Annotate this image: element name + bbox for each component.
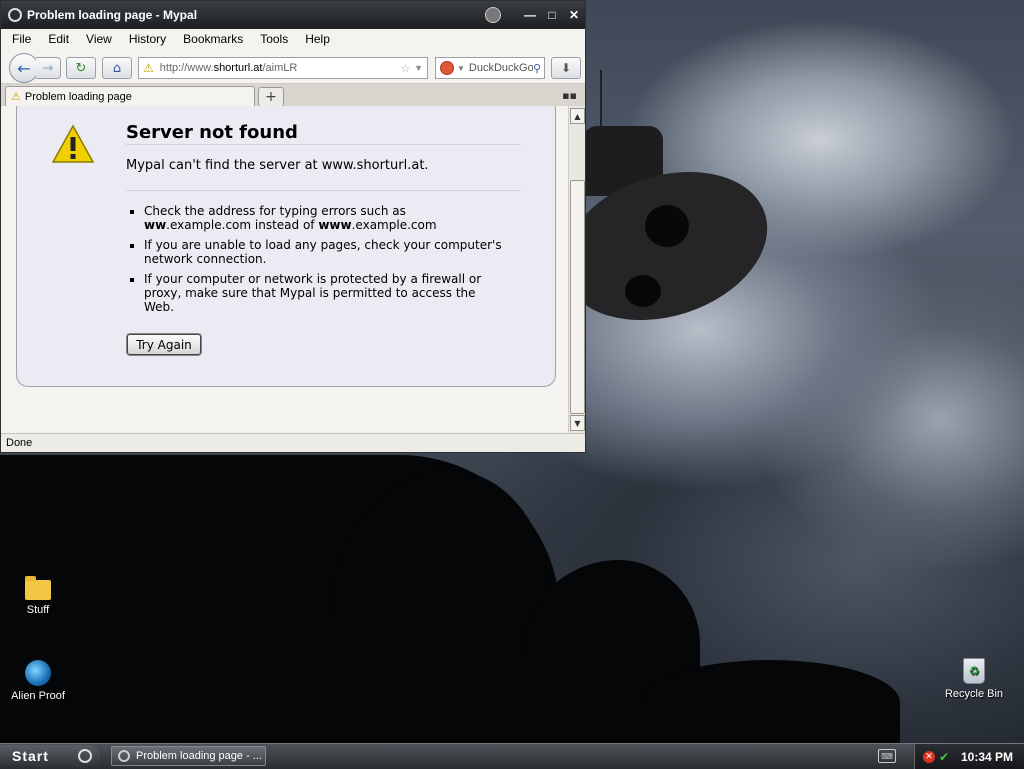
reload-icon: ↻ (75, 60, 87, 76)
engine-dropdown-icon[interactable]: ▼ (457, 64, 465, 73)
tab-problem-loading[interactable]: ⚠ Problem loading page (5, 86, 255, 106)
keyboard-icon[interactable]: ⌨ (878, 749, 896, 763)
menu-help[interactable]: Help (299, 32, 336, 46)
scroll-down-icon[interactable]: ▼ (570, 415, 585, 431)
desktop-icon-label: Alien Proof (11, 690, 65, 702)
error-suggestions: Check the address for typing errors such… (133, 204, 504, 320)
desktop-icon-recycle-bin[interactable]: ♻ Recycle Bin (939, 658, 1009, 700)
divider (126, 144, 521, 145)
start-orb-icon (78, 749, 92, 763)
suggestion-text: .example.com (351, 218, 437, 232)
start-label: Start (12, 748, 49, 764)
scroll-thumb[interactable] (570, 180, 585, 414)
desktop-icon-stuff[interactable]: Stuff (3, 576, 73, 616)
home-icon: ⌂ (112, 60, 122, 76)
url-dropdown-icon[interactable]: ▼ (414, 63, 423, 73)
theme-orb-icon (485, 7, 501, 23)
wallpaper-trees (640, 660, 900, 745)
close-button[interactable]: ✕ (563, 5, 585, 25)
divider (126, 190, 521, 191)
reload-button[interactable]: ↻ (66, 57, 96, 79)
globe-icon (25, 660, 51, 686)
recycle-bin-icon: ♻ (963, 658, 985, 684)
minimize-button[interactable]: — (519, 5, 541, 25)
desktop-icon-label: Stuff (26, 604, 50, 616)
maximize-button[interactable]: □ (541, 5, 563, 25)
url-path: /aimLR (262, 62, 298, 74)
desktop-icon-label: Recycle Bin (944, 688, 1004, 700)
mypal-app-icon (8, 8, 22, 22)
search-input[interactable]: DuckDuckGo (469, 62, 533, 74)
suggestion-item: Check the address for typing errors such… (144, 204, 504, 232)
menu-file[interactable]: File (6, 32, 37, 46)
back-arrow-icon: ← (17, 58, 31, 78)
downloads-button[interactable]: ⬇ (551, 57, 581, 79)
menu-bar: File Edit View History Bookmarks Tools H… (1, 29, 585, 49)
new-tab-button[interactable]: + (258, 87, 284, 107)
clock[interactable]: 10:34 PM (961, 750, 1013, 764)
navigation-toolbar: ← → ↻ ⌂ ⚠ http://www. shorturl.at/aimLR ☆… (1, 49, 585, 84)
wallpaper-ufo-window (645, 205, 689, 247)
url-prefix: http://www. (159, 62, 214, 74)
taskbar-item-browser[interactable]: Problem loading page - ... (111, 746, 266, 766)
page-content: Server not found Mypal can't find the se… (1, 106, 569, 433)
tab-label: Problem loading page (24, 90, 132, 103)
warning-icon: ⚠ (143, 61, 154, 75)
back-button[interactable]: ← (9, 53, 39, 83)
browser-window: Problem loading page - Mypal — □ ✕ File … (0, 0, 586, 453)
mypal-app-icon (118, 750, 130, 762)
menu-tools[interactable]: Tools (254, 32, 294, 46)
suggestion-text: .example.com instead of (166, 218, 319, 232)
window-title: Problem loading page - Mypal (27, 8, 198, 22)
menu-view[interactable]: View (80, 32, 118, 46)
forward-button[interactable]: → (36, 57, 61, 79)
forward-arrow-icon: → (42, 60, 54, 76)
warning-triangle-icon (51, 124, 95, 163)
menu-bookmarks[interactable]: Bookmarks (177, 32, 249, 46)
error-title: Server not found (126, 122, 298, 143)
try-again-button[interactable]: Try Again (127, 334, 201, 355)
menu-history[interactable]: History (123, 32, 172, 46)
suggestion-item: If you are unable to load any pages, che… (144, 238, 504, 266)
suggestion-bold: ww (144, 218, 167, 232)
network-icon[interactable]: ✔ (939, 750, 949, 764)
tab-strip: ⚠ Problem loading page + ▪▪ (1, 84, 585, 107)
suggestion-text: Check the address for typing errors such… (144, 204, 406, 218)
url-host: shorturl.at (213, 62, 263, 74)
download-arrow-icon: ⬇ (560, 61, 572, 75)
status-bar: Done (1, 433, 585, 452)
desktop-icon-alien-proof[interactable]: Alien Proof (3, 660, 73, 702)
tab-list-icon[interactable]: ▪▪ (562, 89, 577, 102)
error-description: Mypal can't find the server at www.short… (126, 158, 429, 173)
suggestion-bold: www (318, 218, 352, 232)
url-bar[interactable]: ⚠ http://www. shorturl.at/aimLR ☆ ▼ (138, 57, 428, 79)
wallpaper-ufo-window (625, 275, 661, 307)
error-page-container: Server not found Mypal can't find the se… (16, 106, 556, 387)
menu-edit[interactable]: Edit (42, 32, 75, 46)
wallpaper-ufo-antenna (600, 70, 602, 130)
home-button[interactable]: ⌂ (102, 57, 132, 79)
security-alert-icon[interactable]: ✕ (923, 750, 935, 763)
title-bar[interactable]: Problem loading page - Mypal — □ ✕ (1, 1, 585, 29)
taskbar-item-label: Problem loading page - ... (136, 750, 262, 762)
search-icon[interactable]: ⚲ (533, 62, 541, 75)
search-bar[interactable]: ▼ DuckDuckGo ⚲ (435, 57, 545, 79)
taskbar: Start Problem loading page - ... ⌨ ✕ ✔ 1… (0, 743, 1024, 769)
duckduckgo-engine-icon[interactable] (440, 61, 454, 75)
folder-icon (25, 576, 51, 600)
system-tray: ✕ ✔ 10:34 PM (914, 744, 1024, 769)
vertical-scrollbar[interactable]: ▲ ▼ (568, 106, 585, 433)
status-text: Done (6, 437, 33, 449)
suggestion-item: If your computer or network is protected… (144, 272, 504, 314)
tab-warning-icon: ⚠ (11, 91, 21, 103)
scroll-up-icon[interactable]: ▲ (570, 108, 585, 124)
start-button[interactable]: Start (0, 745, 100, 767)
bookmark-star-icon[interactable]: ☆ (400, 62, 410, 75)
